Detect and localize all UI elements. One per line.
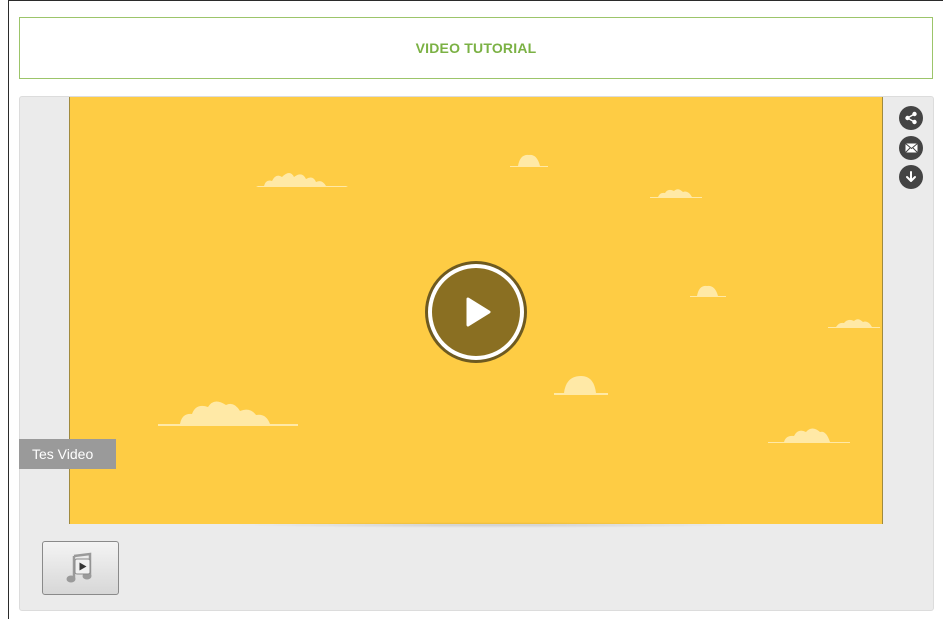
outer-border-left <box>8 0 9 619</box>
cloud-decoration <box>690 285 726 297</box>
cloud-decoration <box>650 189 702 198</box>
media-play-button[interactable] <box>42 541 119 595</box>
cloud-decoration <box>510 154 548 167</box>
video-caption-label: Tes Video <box>32 446 94 462</box>
cloud-decoration <box>768 428 850 443</box>
cloud-decoration <box>158 401 298 426</box>
cloud-decoration <box>256 173 348 187</box>
cloud-decoration <box>828 319 880 328</box>
cloud-decoration <box>554 376 608 395</box>
music-play-icon <box>66 552 91 583</box>
download-button[interactable] <box>899 165 923 189</box>
outer-border-top <box>8 0 943 1</box>
download-icon <box>906 171 916 182</box>
page: VIDEO TUTORIAL Tes Video <box>0 0 943 619</box>
page-title: VIDEO TUTORIAL <box>415 40 537 56</box>
play-icon <box>466 297 491 327</box>
email-button[interactable] <box>899 136 923 160</box>
video-shadow <box>230 522 750 528</box>
play-button[interactable] <box>428 264 524 360</box>
video-caption-tag: Tes Video <box>19 439 116 469</box>
header-box: VIDEO TUTORIAL <box>19 17 933 79</box>
share-icon <box>905 111 917 125</box>
share-button[interactable] <box>899 106 923 130</box>
mail-icon <box>904 143 918 153</box>
